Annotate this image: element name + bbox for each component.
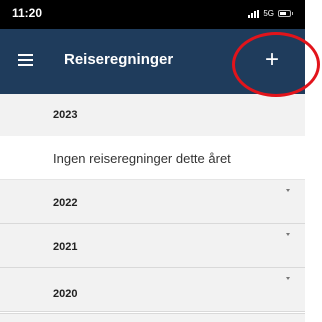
list-bottom-edge [0,313,305,322]
year-row-2021[interactable]: 2021 [0,224,305,268]
year-row-2023[interactable]: 2023 [0,94,305,138]
battery-icon [278,10,293,17]
add-button[interactable]: + [255,45,289,75]
year-row-2022[interactable]: 2022 [0,180,305,224]
chevron-down-icon [286,189,290,192]
year-label: 2022 [53,197,78,209]
app-bar: Reiseregninger + [0,29,305,94]
year-label: 2023 [53,109,78,121]
signal-icon [248,9,260,18]
empty-state: Ingen reiseregninger dette året [0,136,305,180]
menu-icon[interactable] [18,54,33,67]
network-type: 5G [263,9,274,18]
status-time: 11:20 [12,6,43,20]
year-label: 2020 [53,288,78,300]
chevron-down-icon [286,233,290,236]
year-row-2020[interactable]: 2020 [0,268,305,312]
page-title: Reiseregninger [64,51,174,68]
phone-screen: 11:20 5G Reiseregninger + 2023 Ingen rei… [0,0,305,322]
status-bar: 11:20 5G [0,0,305,29]
chevron-down-icon [286,277,290,280]
status-indicators: 5G [248,9,293,18]
empty-message: Ingen reiseregninger dette året [53,151,231,166]
year-label: 2021 [53,241,78,253]
